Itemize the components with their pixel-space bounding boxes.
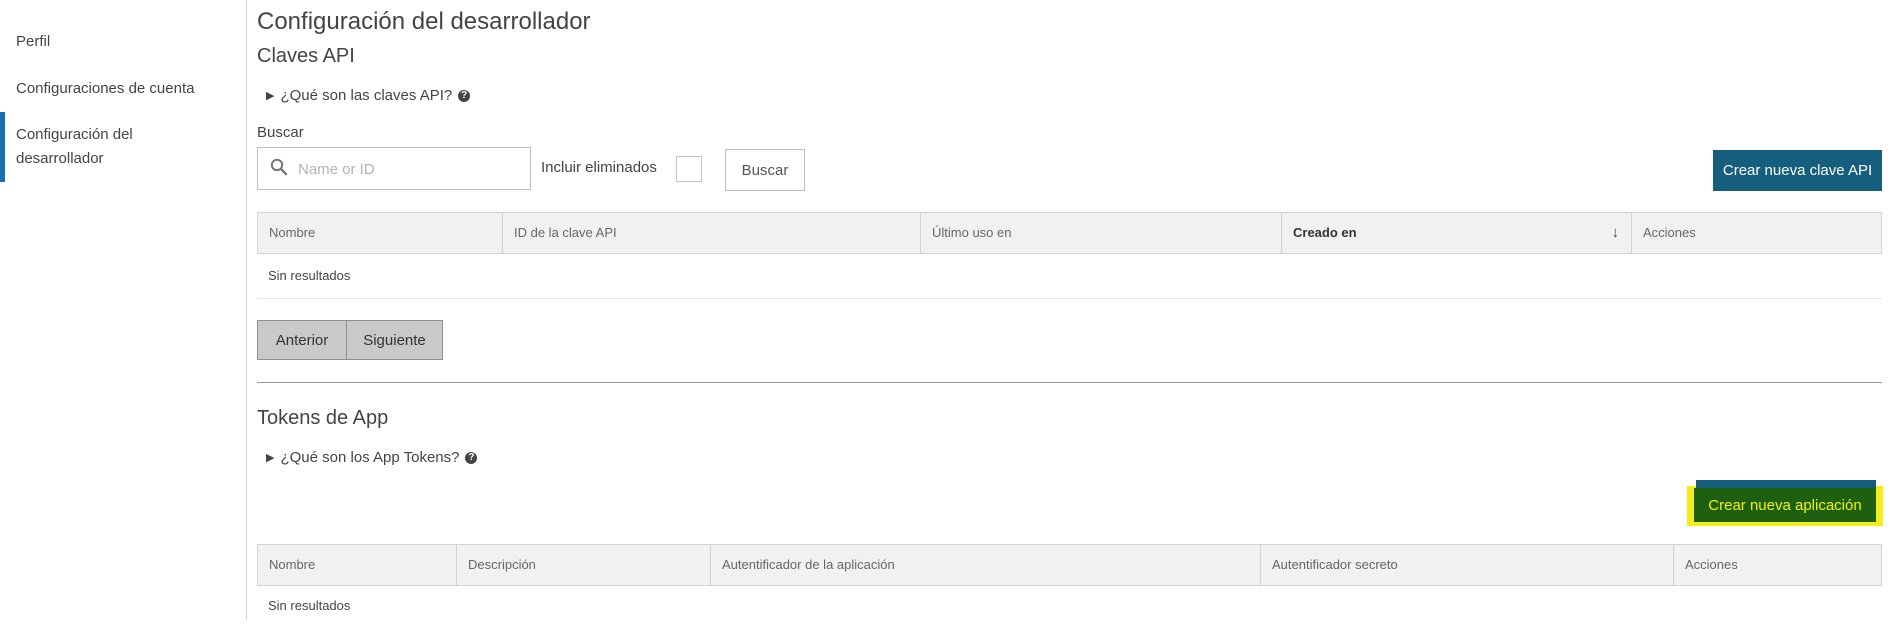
column-header-app-authenticator[interactable]: Autentificador de la aplicación bbox=[711, 545, 1261, 585]
column-header-creado-en-label: Creado en bbox=[1293, 225, 1357, 240]
column-header-secret-authenticator[interactable]: Autentificador secreto bbox=[1261, 545, 1674, 585]
app-tokens-disclosure-label: ¿Qué son los App Tokens? bbox=[280, 449, 460, 466]
previous-page-button[interactable]: Anterior bbox=[257, 320, 347, 360]
app-tokens-heading: Tokens de App bbox=[257, 407, 389, 429]
help-circle-icon[interactable]: ? bbox=[458, 89, 471, 102]
app-tokens-disclosure[interactable]: ▶ ¿Qué son los App Tokens? ? bbox=[266, 449, 478, 466]
help-circle-icon[interactable]: ? bbox=[465, 451, 478, 464]
column-header-api-key-id[interactable]: ID de la clave API bbox=[503, 213, 921, 253]
triangle-right-icon: ▶ bbox=[266, 452, 275, 464]
include-deleted-checkbox[interactable] bbox=[676, 156, 702, 182]
api-keys-table: Nombre ID de la clave API Último uso en … bbox=[257, 212, 1882, 299]
create-application-button[interactable]: Crear nueva aplicación bbox=[1694, 488, 1876, 522]
api-keys-heading: Claves API bbox=[257, 45, 355, 67]
sidebar-active-indicator bbox=[0, 112, 5, 182]
main-content: Configuración del desarrollador Claves A… bbox=[257, 0, 1883, 620]
search-button[interactable]: Buscar bbox=[725, 149, 805, 191]
search-label: Buscar bbox=[257, 124, 304, 141]
sidebar: Perfil Configuraciones de cuenta Configu… bbox=[0, 0, 247, 620]
triangle-right-icon: ▶ bbox=[266, 90, 275, 102]
empty-results-row: Sin resultados bbox=[257, 254, 1882, 299]
search-icon bbox=[270, 158, 288, 176]
column-header-ultimo-uso[interactable]: Último uso en bbox=[921, 213, 1282, 253]
api-keys-disclosure-label: ¿Qué son las claves API? bbox=[280, 87, 453, 104]
column-header-acciones: Acciones bbox=[1643, 225, 1696, 240]
sidebar-item-configuracion-desarrollador[interactable]: Configuración del desarrollador bbox=[16, 123, 133, 171]
sidebar-item-configuraciones-cuenta[interactable]: Configuraciones de cuenta bbox=[16, 77, 194, 101]
next-page-button[interactable]: Siguiente bbox=[347, 320, 443, 360]
column-header-nombre[interactable]: Nombre bbox=[258, 545, 457, 585]
include-deleted-label: Incluir eliminados bbox=[541, 159, 657, 176]
column-header-nombre[interactable]: Nombre bbox=[258, 213, 503, 253]
page-title: Configuración del desarrollador bbox=[257, 8, 591, 35]
search-box bbox=[257, 147, 531, 190]
table-header: Nombre Descripción Autentificador de la … bbox=[257, 544, 1882, 586]
arrow-down-icon[interactable]: ↓ bbox=[1612, 213, 1620, 253]
section-divider bbox=[257, 382, 1882, 383]
pagination: Anterior Siguiente bbox=[257, 320, 443, 360]
app-tokens-table: Nombre Descripción Autentificador de la … bbox=[257, 544, 1882, 620]
sidebar-item-perfil[interactable]: Perfil bbox=[16, 30, 50, 54]
api-keys-disclosure[interactable]: ▶ ¿Qué son las claves API? ? bbox=[266, 87, 471, 104]
column-header-descripcion[interactable]: Descripción bbox=[457, 545, 711, 585]
empty-results-row: Sin resultados bbox=[268, 598, 351, 613]
highlight-marker: Crear nueva aplicación bbox=[1687, 480, 1883, 526]
sidebar-item-label-line2: desarrollador bbox=[16, 150, 104, 167]
create-api-key-button[interactable]: Crear nueva clave API bbox=[1713, 150, 1882, 191]
search-input[interactable] bbox=[296, 156, 525, 182]
sidebar-item-label-line1: Configuración del bbox=[16, 126, 133, 143]
button-top-edge bbox=[1696, 480, 1876, 488]
column-header-acciones: Acciones bbox=[1685, 557, 1738, 572]
column-header-creado-en[interactable]: Creado en ↓ bbox=[1282, 213, 1632, 253]
table-header: Nombre ID de la clave API Último uso en … bbox=[257, 212, 1882, 254]
